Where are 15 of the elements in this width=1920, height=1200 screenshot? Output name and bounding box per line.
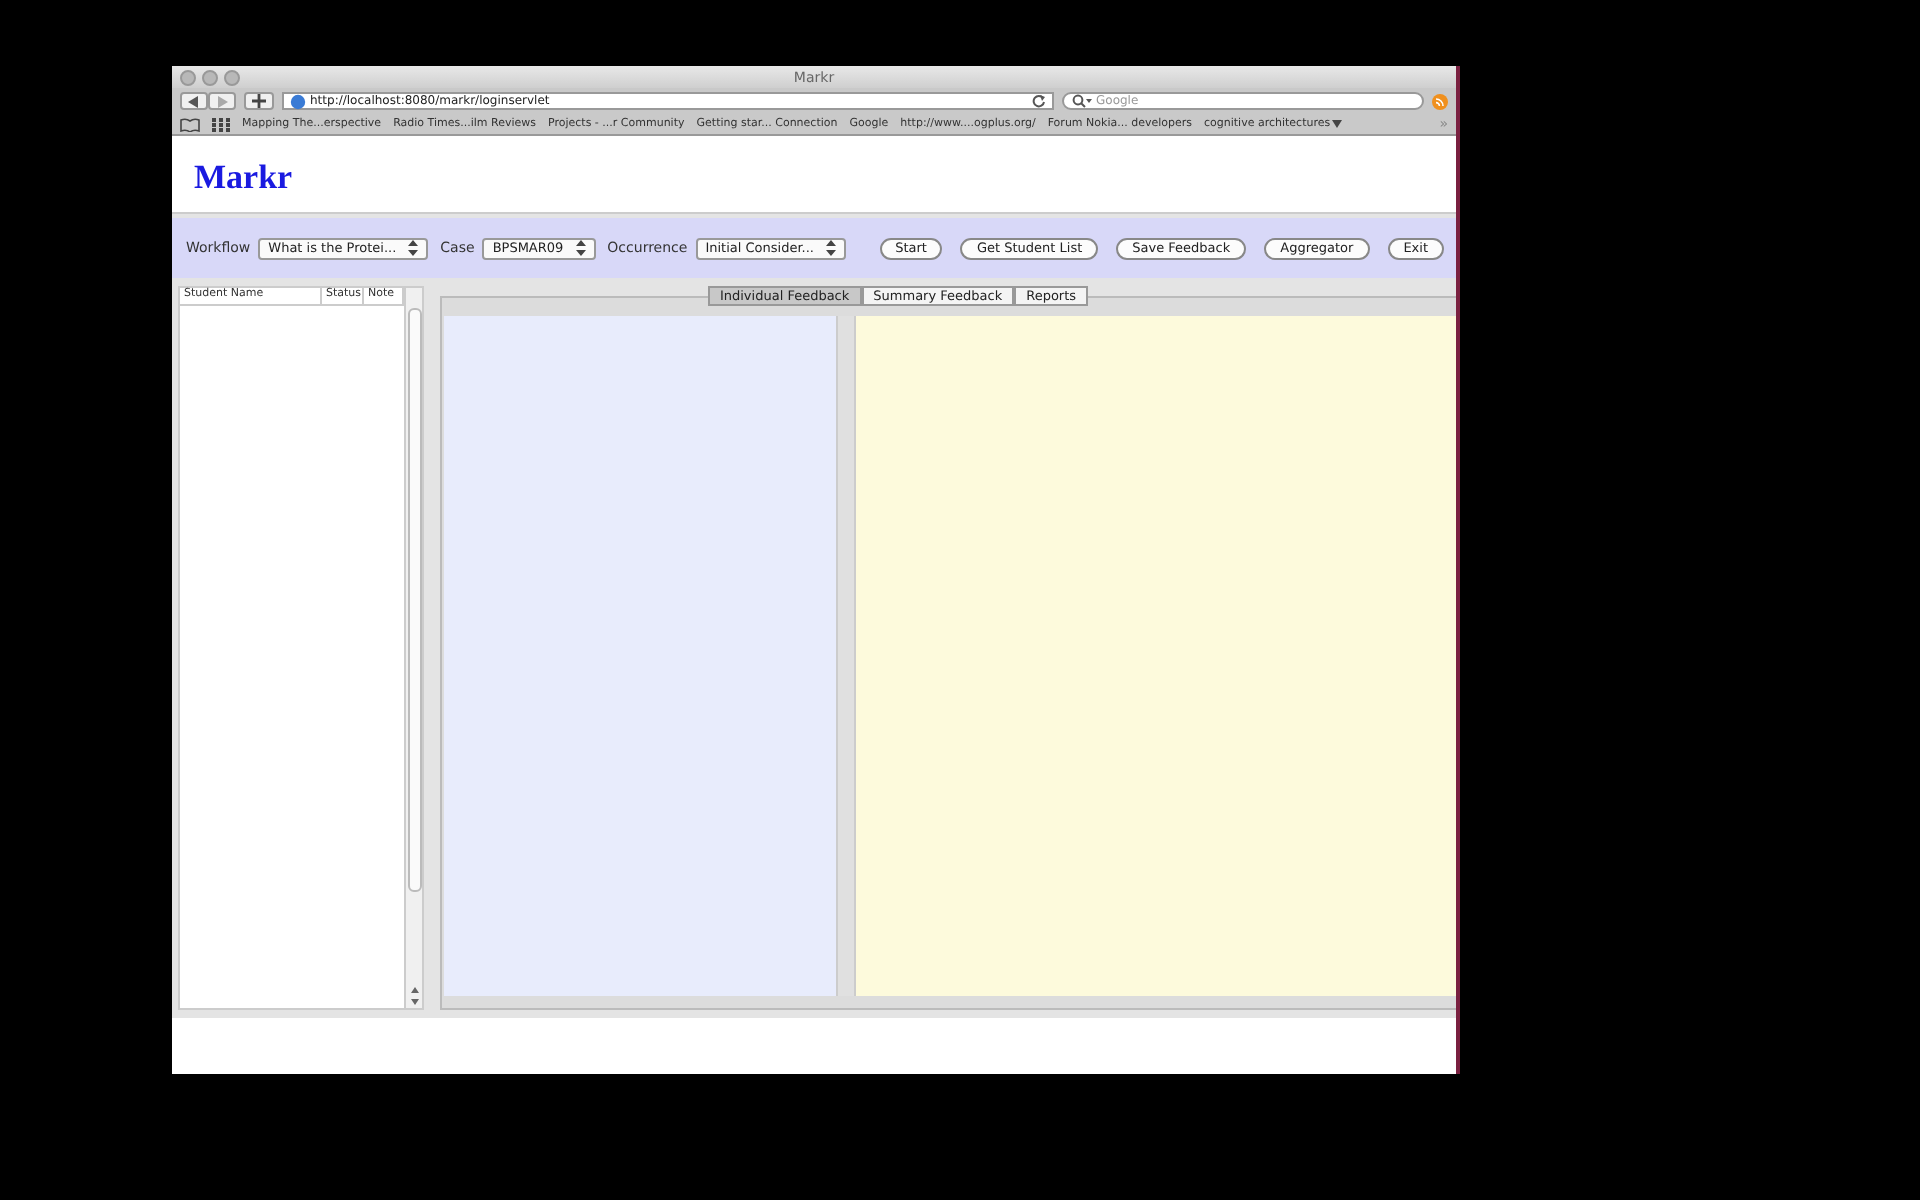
search-icon (1072, 94, 1092, 108)
book-icon[interactable] (180, 117, 200, 131)
scrollbar[interactable] (404, 288, 422, 1008)
updown-arrows-icon (575, 240, 586, 256)
app-heading: Markr (194, 160, 295, 200)
grid-icon[interactable] (212, 117, 230, 131)
updown-arrows-icon (408, 240, 419, 256)
add-bookmark-button[interactable] (244, 92, 274, 110)
reload-icon[interactable] (1032, 94, 1046, 108)
back-arrow-icon (188, 95, 200, 107)
forward-arrow-icon (216, 95, 228, 107)
updown-arrows-icon (825, 240, 836, 256)
dropdown-arrow-icon (1332, 120, 1343, 128)
back-button[interactable] (180, 92, 208, 110)
plus-icon (252, 94, 266, 108)
